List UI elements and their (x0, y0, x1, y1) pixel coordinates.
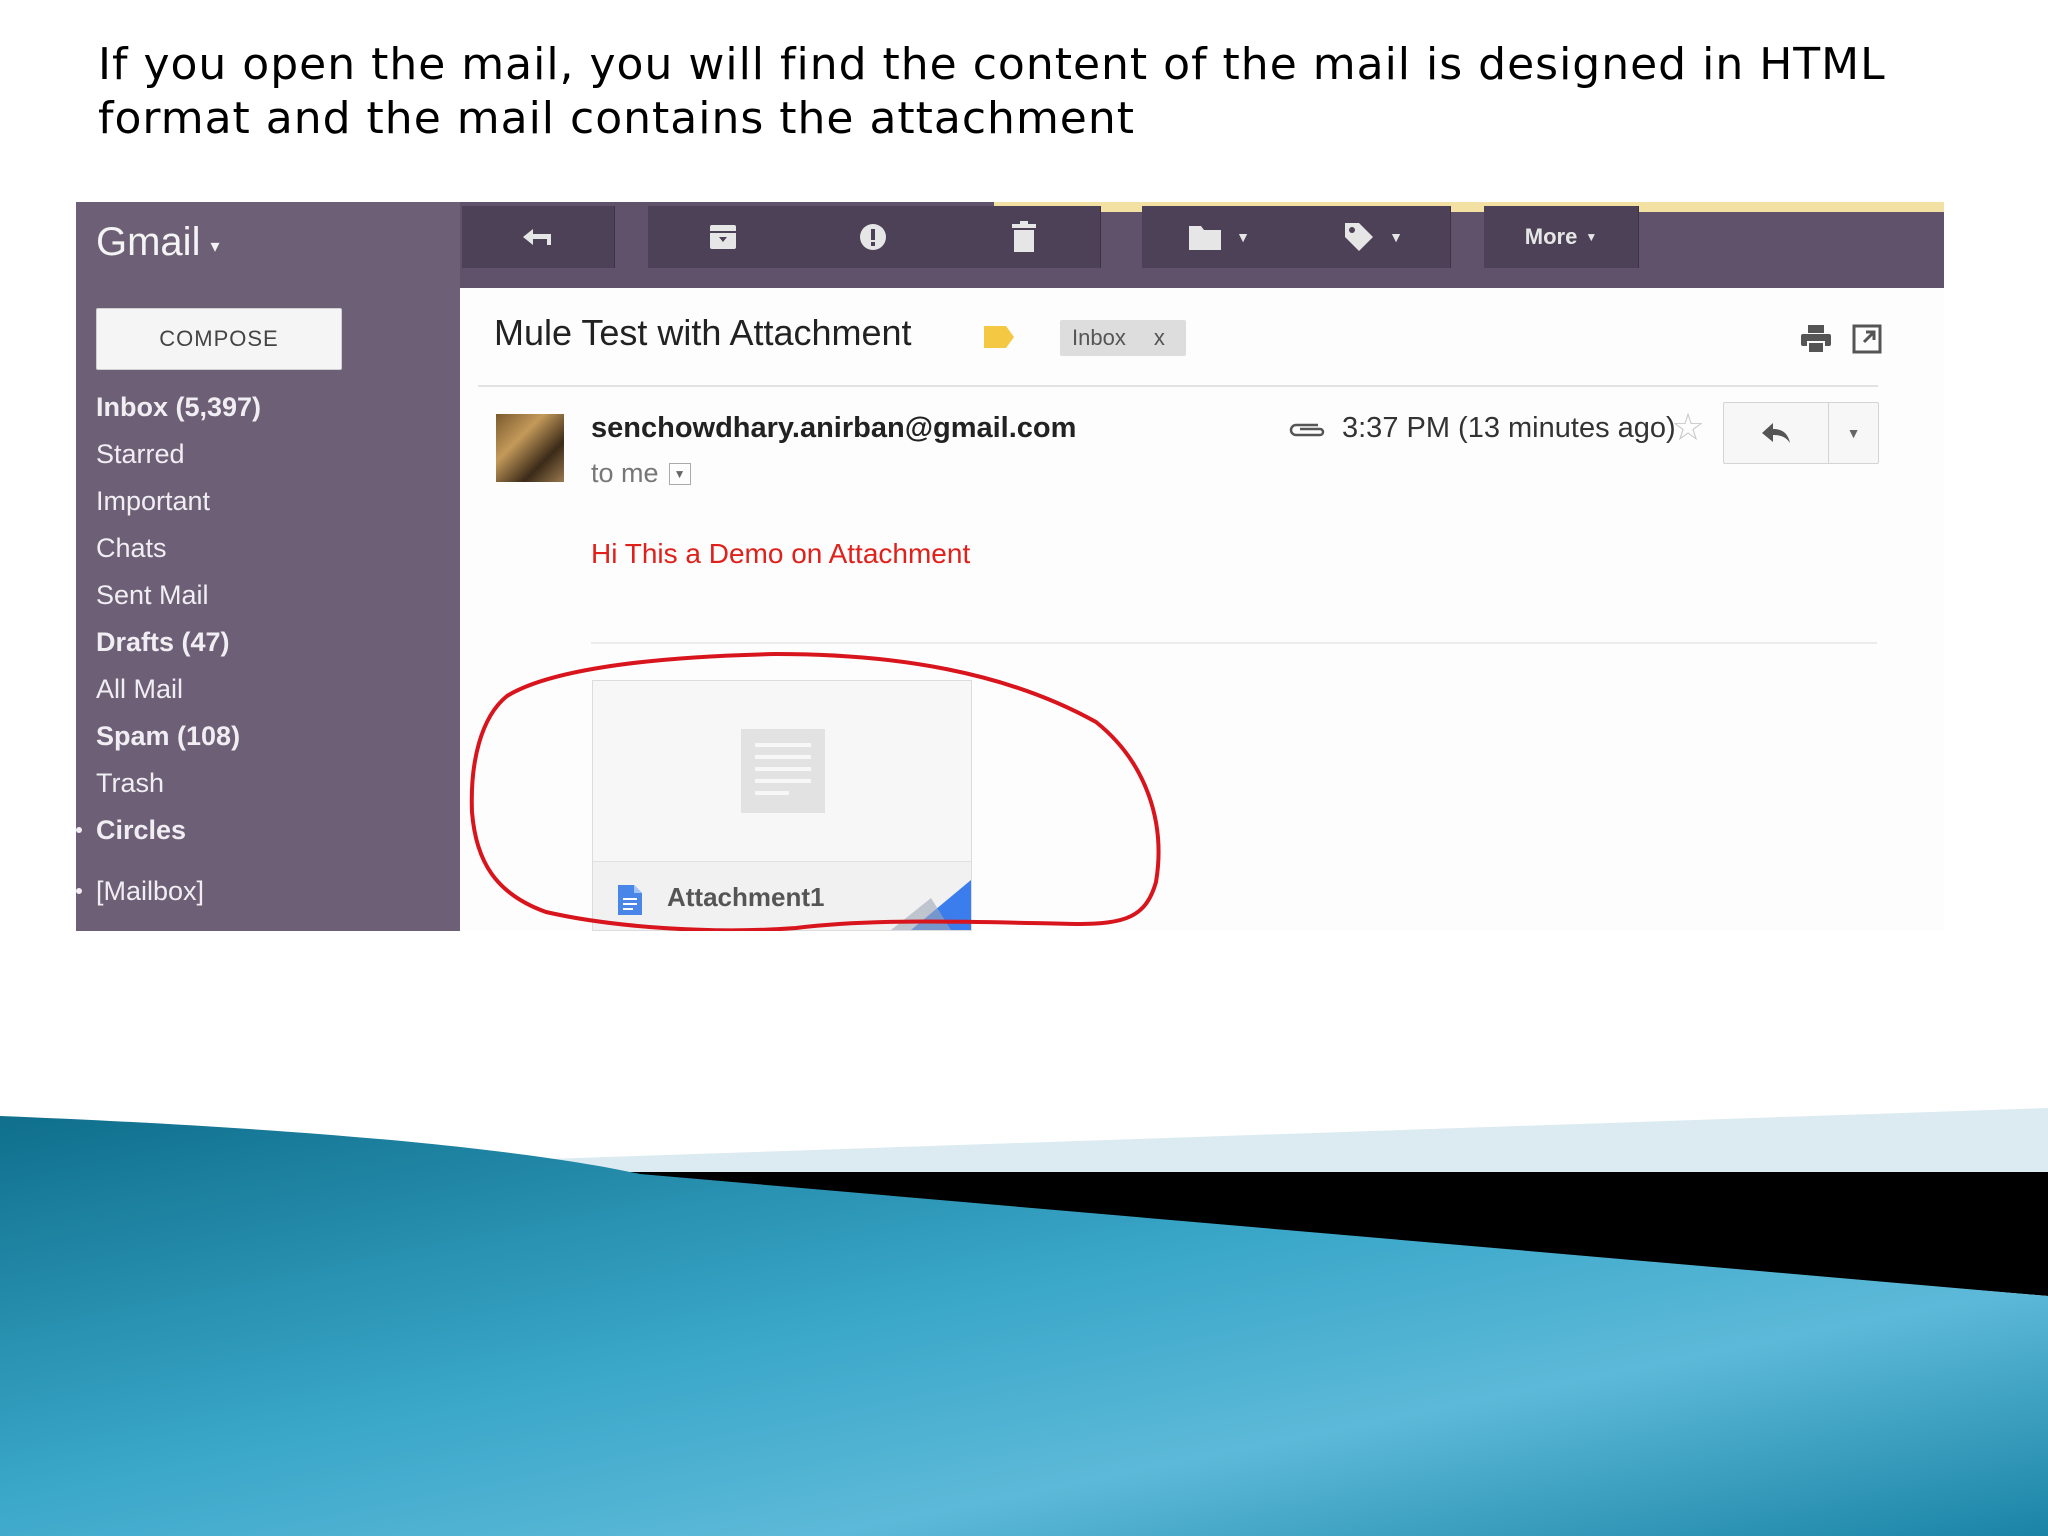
brand-label: Gmail (96, 219, 201, 264)
star-icon[interactable]: ☆ (1671, 406, 1705, 450)
labels-button[interactable]: ▼ (1296, 206, 1451, 268)
more-label: More (1524, 224, 1578, 249)
gmail-brand[interactable]: Gmail ▾ (96, 212, 220, 272)
sidebar-item-all-mail[interactable]: All Mail (96, 666, 261, 713)
label-chip-inbox: Inbox x (1060, 320, 1186, 356)
new-window-icon[interactable] (1852, 324, 1882, 354)
sidebar-item-circles[interactable]: Circles (76, 807, 261, 854)
chevron-down-icon: ▼ (1389, 229, 1403, 245)
save-to-drive-icon[interactable] (891, 880, 971, 930)
print-icon[interactable] (1800, 324, 1832, 354)
document-thumbnail-icon (741, 729, 825, 813)
folder-icon (1189, 226, 1222, 250)
sidebar-item-circles-label: Circles (96, 815, 187, 845)
sidebar-item-inbox[interactable]: Inbox (5,397) (96, 384, 261, 431)
sidebar-item-mailbox-label: [Mailbox] (96, 876, 205, 906)
reply-button-group: ▼ (1723, 402, 1879, 464)
sidebar-item-trash[interactable]: Trash (96, 760, 261, 807)
chevron-down-icon: ▼ (1585, 230, 1598, 244)
attachments-divider (591, 642, 1877, 644)
spam-alert-icon (860, 224, 886, 250)
sidebar-item-important[interactable]: Important (96, 478, 261, 525)
report-spam-button[interactable] (798, 206, 949, 268)
sidebar-item-spam[interactable]: Spam (108) (96, 713, 261, 760)
sidebar-item-sent[interactable]: Sent Mail (96, 572, 261, 619)
back-button[interactable] (462, 206, 615, 268)
recipient-line: to me ▼ (591, 458, 691, 489)
slide-caption: If you open the mail, you will find the … (98, 39, 1886, 144)
slide-decoration (0, 1108, 2048, 1536)
label-chip-text: Inbox (1072, 325, 1126, 350)
remove-label-button[interactable]: x (1154, 325, 1165, 351)
expand-dot-icon (76, 827, 82, 833)
compose-button[interactable]: COMPOSE (96, 308, 342, 370)
show-details-button[interactable]: ▼ (668, 462, 691, 485)
toolbar-accent (994, 202, 1944, 212)
sidebar-item-drafts[interactable]: Drafts (47) (96, 619, 261, 666)
chevron-down-icon: ▾ (210, 235, 220, 256)
sidebar-item-chats[interactable]: Chats (96, 525, 261, 572)
more-actions-button[interactable]: ▼ (1829, 403, 1878, 463)
folder-list: Inbox (5,397) Starred Important Chats Se… (76, 384, 261, 915)
move-to-button[interactable]: ▼ (1142, 206, 1297, 268)
attachment-card[interactable]: Attachment1 (592, 680, 972, 931)
recipient-label: to me (591, 458, 659, 488)
sender-avatar[interactable] (496, 414, 564, 482)
back-arrow-icon (523, 229, 551, 245)
attachment-filename: Attachment1 (667, 882, 825, 912)
sidebar-item-mailbox[interactable]: [Mailbox] (76, 868, 261, 915)
importance-marker-icon[interactable] (984, 326, 1014, 348)
expand-dot-icon (76, 888, 82, 894)
tag-icon (1345, 223, 1374, 251)
message-subject: Mule Test with Attachment (494, 312, 912, 353)
archive-button[interactable] (648, 206, 799, 268)
trash-icon (1012, 221, 1036, 252)
message-body: Hi This a Demo on Attachment (591, 538, 971, 569)
archive-icon (710, 225, 736, 249)
reply-button[interactable] (1724, 403, 1829, 463)
sidebar: Gmail ▾ COMPOSE Inbox (5,397) Starred Im… (76, 202, 460, 931)
document-icon (618, 885, 642, 915)
more-button[interactable]: More ▼ (1484, 206, 1639, 268)
gmail-screenshot: Gmail ▾ COMPOSE Inbox (5,397) Starred Im… (76, 202, 1944, 931)
sidebar-item-starred[interactable]: Starred (96, 431, 261, 478)
message-timestamp: 3:37 PM (13 minutes ago) (1342, 412, 1676, 444)
sender-email[interactable]: senchowdhary.anirban@gmail.com (591, 412, 1076, 445)
chevron-down-icon: ▼ (1846, 425, 1861, 441)
chevron-down-icon: ▼ (1236, 229, 1250, 245)
paperclip-icon (1289, 423, 1325, 437)
header-divider (478, 385, 1878, 387)
reply-arrow-icon (1762, 423, 1790, 443)
delete-button[interactable] (948, 206, 1101, 268)
